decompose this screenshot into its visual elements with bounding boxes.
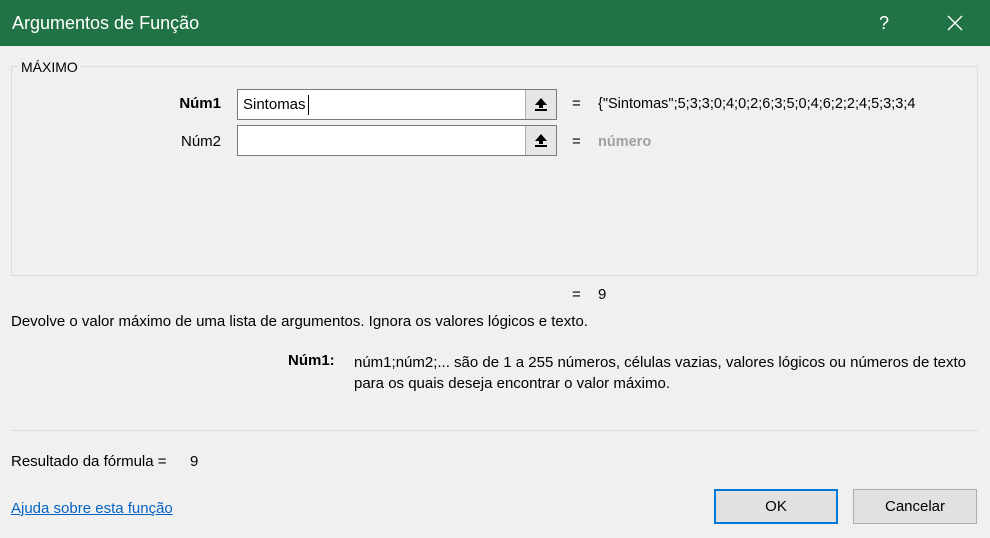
function-description: Devolve o valor máximo de uma lista de a… [11,313,588,330]
arg2-input[interactable] [237,125,557,156]
window-title: Argumentos de Função [12,13,200,33]
function-name: MÁXIMO [18,59,81,75]
title-bar: Argumentos de Função ? [0,0,990,46]
param-help-name: Núm1: [288,352,335,369]
ok-button[interactable]: OK [714,489,838,524]
function-result-value: 9 [598,286,607,303]
cancel-button[interactable]: Cancelar [853,489,977,524]
param-help-text: núm1;núm2;... são de 1 a 255 números, cé… [354,354,967,392]
close-button[interactable] [938,8,972,38]
arg1-collapse-button[interactable] [525,90,556,119]
text-caret [308,95,309,115]
divider [11,430,978,431]
formula-result-value: 9 [190,453,199,470]
close-icon [947,15,963,31]
dialog-body: MÁXIMO Núm1 Sintomas = {"Sintomas";5;3;3… [0,46,990,538]
function-result-equals: = [572,286,581,303]
function-help-link[interactable]: Ajuda sobre esta função [11,500,173,518]
arg2-label: Núm2 [180,133,221,150]
arg1-label: Núm1 [179,95,221,112]
arg2-evaluated-value: número [598,134,652,150]
arg1-equals: = [572,95,581,112]
collapse-dialog-icon [535,134,547,147]
arg1-input-value: Sintomas [243,96,306,113]
arg1-evaluated-value: {"Sintomas";5;3;3;0;4;0;2;6;3;5;0;4;6;2;… [598,96,916,112]
formula-result-label: Resultado da fórmula = [11,453,167,470]
arg1-input[interactable]: Sintomas [237,89,557,120]
arg2-equals: = [572,133,581,150]
arg2-collapse-button[interactable] [525,126,556,155]
collapse-dialog-icon [535,98,547,111]
help-button[interactable]: ? [868,8,900,38]
